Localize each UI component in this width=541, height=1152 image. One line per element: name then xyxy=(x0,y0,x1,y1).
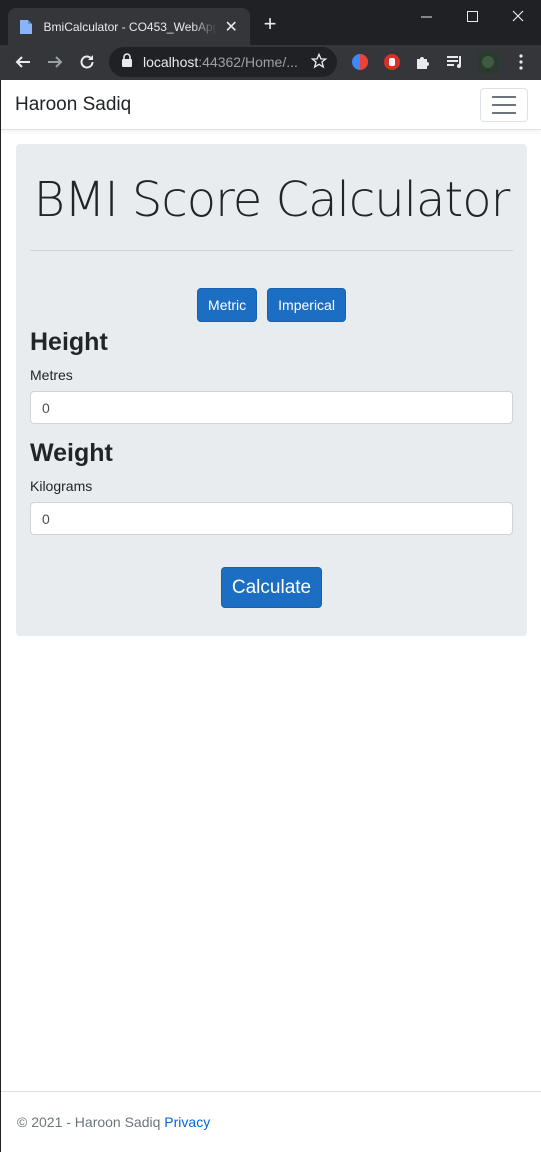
calculator-panel: BMI Score Calculator Metric Imperical He… xyxy=(16,144,527,636)
browser-tab-bar: BmiCalculator - CO453_WebApp ✕ + xyxy=(0,0,541,45)
page-icon xyxy=(18,19,34,35)
address-bar[interactable]: localhost:44362/Home/... xyxy=(109,47,337,77)
minimize-icon[interactable] xyxy=(403,4,449,28)
new-tab-button[interactable]: + xyxy=(258,13,282,35)
forward-arrow-icon[interactable] xyxy=(40,47,70,77)
brand-link[interactable]: Haroon Sadiq xyxy=(15,94,131,116)
lock-icon xyxy=(121,52,133,72)
url-host: localhost xyxy=(143,54,199,70)
url-text: localhost:44362/Home/... xyxy=(143,54,303,70)
imperial-button[interactable]: Imperical xyxy=(267,288,346,322)
page-title: BMI Score Calculator xyxy=(33,172,511,228)
calculate-button[interactable]: Calculate xyxy=(221,567,322,608)
hamburger-bar xyxy=(492,104,516,106)
extension-globe-icon[interactable] xyxy=(349,51,371,73)
more-menu-icon[interactable] xyxy=(510,51,532,73)
browser-tab[interactable]: BmiCalculator - CO453_WebApp ✕ xyxy=(8,8,250,45)
site-navbar: Haroon Sadiq xyxy=(1,80,541,130)
media-queue-icon[interactable] xyxy=(444,51,466,73)
site-footer: © 2021 - Haroon Sadiq Privacy xyxy=(1,1091,541,1152)
weight-heading: Weight xyxy=(30,439,113,467)
metric-button[interactable]: Metric xyxy=(197,288,258,322)
navbar-toggle-button[interactable] xyxy=(480,88,528,122)
tab-title: BmiCalculator - CO453_WebApp xyxy=(43,19,217,34)
browser-toolbar: localhost:44362/Home/... xyxy=(0,45,541,80)
hamburger-bar xyxy=(492,112,516,114)
maximize-icon[interactable] xyxy=(449,4,495,28)
extensions-puzzle-icon[interactable] xyxy=(412,51,434,73)
back-arrow-icon[interactable] xyxy=(8,47,38,77)
reload-icon[interactable] xyxy=(72,47,102,77)
extension-stop-icon[interactable] xyxy=(381,51,403,73)
weight-input[interactable] xyxy=(30,502,513,535)
close-tab-icon[interactable]: ✕ xyxy=(223,17,240,37)
privacy-link[interactable]: Privacy xyxy=(164,1114,210,1130)
unit-toggle-group: Metric Imperical xyxy=(16,288,527,322)
profile-avatar[interactable] xyxy=(477,51,499,73)
star-icon[interactable] xyxy=(310,52,328,74)
close-window-icon[interactable] xyxy=(495,4,541,28)
height-input[interactable] xyxy=(30,391,513,424)
height-unit-label: Metres xyxy=(30,367,73,383)
weight-unit-label: Kilograms xyxy=(30,478,93,494)
divider xyxy=(30,250,513,251)
url-path: :44362/Home/... xyxy=(198,54,298,70)
hamburger-bar xyxy=(492,96,516,98)
copyright-text: © 2021 - Haroon Sadiq xyxy=(17,1114,165,1130)
page-content: Haroon Sadiq BMI Score Calculator Metric… xyxy=(0,80,541,1152)
height-heading: Height xyxy=(30,328,108,356)
